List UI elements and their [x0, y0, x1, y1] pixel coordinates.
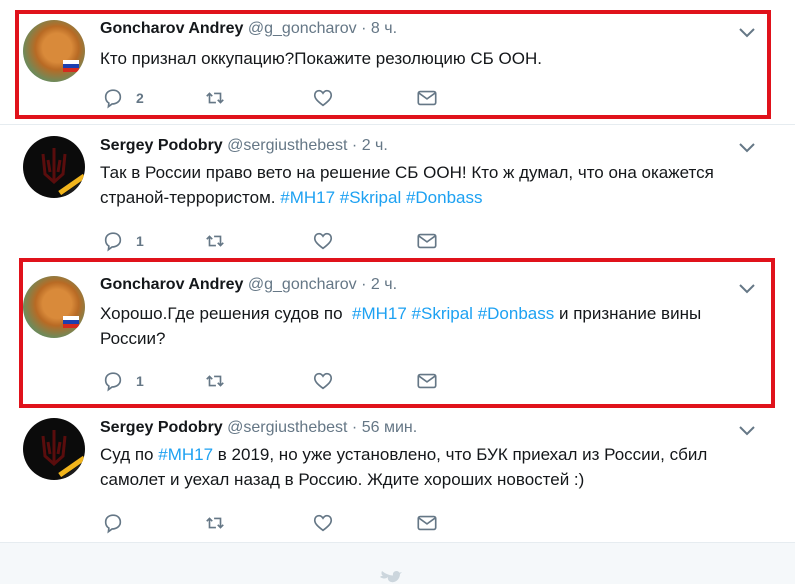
- author-name[interactable]: Goncharov Andrey: [100, 20, 243, 37]
- direct-message-button[interactable]: [416, 511, 438, 535]
- twitter-bird-icon: [380, 571, 402, 583]
- retweet-icon: [206, 92, 224, 104]
- author-handle[interactable]: @g_goncharov: [248, 20, 357, 37]
- like-button[interactable]: [312, 511, 334, 535]
- tweet-header: Goncharov Andrey @g_goncharov · 8 ч.: [100, 20, 397, 38]
- tweet-actions: 2: [100, 86, 460, 110]
- chevron-down-icon[interactable]: [738, 26, 756, 40]
- tweet-1[interactable]: Goncharov Andrey @g_goncharov · 8 ч. Кто…: [0, 0, 795, 124]
- like-icon: [313, 514, 333, 532]
- retweet-icon: [206, 235, 224, 247]
- russia-flag-icon: [63, 60, 79, 72]
- separator: ·: [351, 137, 358, 154]
- hashtag-link[interactable]: #Donbass: [478, 304, 555, 323]
- retweet-button[interactable]: [204, 229, 226, 253]
- tweet-text: Так в России право вето на решение СБ ОО…: [100, 160, 770, 210]
- like-button[interactable]: [312, 86, 334, 110]
- like-icon: [313, 89, 333, 107]
- reply-button[interactable]: 2: [102, 86, 144, 110]
- tweet-4[interactable]: Sergey Podobry @sergiusthebest · 56 мин.…: [0, 408, 795, 542]
- like-icon: [313, 372, 333, 390]
- hashtag-link[interactable]: #Skripal: [412, 304, 473, 323]
- direct-message-button[interactable]: [416, 369, 438, 393]
- reply-icon: [104, 89, 122, 109]
- direct-message-icon: [417, 233, 437, 249]
- separator: ·: [351, 419, 358, 436]
- tweet-text-line: России?: [100, 329, 166, 348]
- tweet-actions: 1: [100, 229, 460, 253]
- reply-button[interactable]: [102, 511, 136, 535]
- tweet-actions: 1: [100, 369, 460, 393]
- tweet-text-segment: страной-террористом.: [100, 188, 281, 207]
- chevron-down-icon[interactable]: [738, 282, 756, 296]
- hashtag-link[interactable]: #Skripal: [340, 188, 401, 207]
- separator: ·: [361, 276, 367, 293]
- russia-flag-icon: [63, 316, 79, 328]
- tweet-text: Кто признал оккупацию?Покажите резолюцию…: [100, 49, 543, 68]
- tweet-3[interactable]: Goncharov Andrey @g_goncharov · 2 ч. Хор…: [0, 262, 795, 408]
- direct-message-icon: [417, 515, 437, 531]
- author-handle[interactable]: @sergiusthebest: [227, 137, 347, 154]
- avatar[interactable]: [23, 276, 85, 338]
- author-name[interactable]: Sergey Podobry: [100, 419, 223, 436]
- retweet-icon: [206, 375, 224, 387]
- reply-count: 1: [136, 373, 144, 389]
- author-handle[interactable]: @g_goncharov: [248, 276, 357, 293]
- reply-button[interactable]: 1: [102, 229, 144, 253]
- author-handle[interactable]: @sergiusthebest: [227, 419, 347, 436]
- author-name[interactable]: Goncharov Andrey: [100, 276, 243, 293]
- tweet-text-segment: Суд по: [100, 445, 159, 464]
- reply-count: 1: [136, 233, 144, 249]
- timestamp[interactable]: 56 мин.: [362, 419, 417, 436]
- author-name[interactable]: Sergey Podobry: [100, 137, 223, 154]
- tweet-text: Суд по #MH17 в 2019, но уже установлено,…: [100, 442, 770, 492]
- tweet-header: Sergey Podobry @sergiusthebest · 56 мин.: [100, 419, 417, 437]
- tweet-text-line: самолет и уехал назад в Россию. Ждите хо…: [100, 470, 585, 489]
- tweet-text-line: Суд по #MH17 в 2019, но уже установлено,…: [100, 442, 770, 467]
- reply-button[interactable]: 1: [102, 369, 144, 393]
- tweet-2[interactable]: Sergey Podobry @sergiusthebest · 2 ч. Та…: [0, 124, 795, 260]
- hashtag-link[interactable]: #MH17: [280, 188, 335, 207]
- tweet-actions: [100, 511, 460, 535]
- tweet-header: Goncharov Andrey @g_goncharov · 2 ч.: [100, 276, 397, 294]
- reply-icon: [104, 232, 122, 252]
- direct-message-button[interactable]: [416, 229, 438, 253]
- avatar[interactable]: [23, 136, 85, 198]
- reply-count: 2: [136, 90, 144, 106]
- retweet-button[interactable]: [204, 369, 226, 393]
- hashtag-link[interactable]: #MH17: [352, 304, 407, 323]
- like-button[interactable]: [312, 229, 334, 253]
- timestamp[interactable]: 2 ч.: [362, 137, 388, 154]
- tweet-text-segment: Хорошо.Где решения судов по: [100, 304, 352, 323]
- like-button[interactable]: [312, 369, 334, 393]
- retweet-button[interactable]: [204, 511, 226, 535]
- reply-icon: [104, 514, 122, 534]
- direct-message-button[interactable]: [416, 86, 438, 110]
- retweet-button[interactable]: [204, 86, 226, 110]
- avatar[interactable]: [23, 20, 85, 82]
- timestamp[interactable]: 8 ч.: [371, 20, 397, 37]
- reply-icon: [104, 372, 122, 392]
- avatar[interactable]: [23, 418, 85, 480]
- separator: ·: [361, 20, 367, 37]
- chevron-down-icon[interactable]: [738, 141, 756, 155]
- retweet-icon: [206, 517, 224, 529]
- like-icon: [313, 232, 333, 250]
- tweet-text-line: Хорошо.Где решения судов по #MH17 #Skrip…: [100, 301, 770, 326]
- hashtag-link[interactable]: #Donbass: [406, 188, 483, 207]
- tweet-text-segment: в 2019, но уже установлено, что БУК прие…: [213, 445, 708, 464]
- tweet-text-line: страной-террористом. #MH17 #Skripal #Don…: [100, 185, 770, 210]
- timeline-footer: [0, 542, 795, 584]
- timestamp[interactable]: 2 ч.: [371, 276, 397, 293]
- hashtag-link[interactable]: #MH17: [158, 445, 213, 464]
- direct-message-icon: [417, 373, 437, 389]
- direct-message-icon: [417, 90, 437, 106]
- tweet-text: Хорошо.Где решения судов по #MH17 #Skrip…: [100, 301, 770, 351]
- tweet-text-segment: и признание вины: [554, 304, 702, 323]
- tweet-header: Sergey Podobry @sergiusthebest · 2 ч.: [100, 137, 388, 155]
- chevron-down-icon[interactable]: [738, 424, 756, 438]
- tweet-text-line: Так в России право вето на решение СБ ОО…: [100, 163, 714, 182]
